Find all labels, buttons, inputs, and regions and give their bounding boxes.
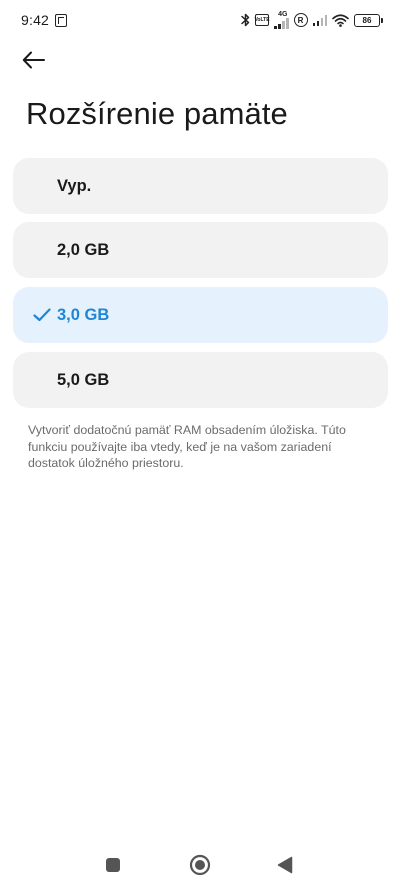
wifi-icon (332, 13, 349, 27)
nav-recent-button[interactable] (100, 852, 126, 878)
battery-icon: 86 (354, 13, 383, 27)
option-2gb[interactable]: 2,0 GB (13, 222, 388, 278)
check-icon (32, 305, 52, 325)
triangle-back-icon (277, 856, 293, 874)
arrow-left-icon (22, 51, 46, 69)
nfc-icon (55, 13, 68, 27)
nav-home-button[interactable] (187, 852, 213, 878)
battery-level: 86 (362, 15, 372, 25)
circle-icon (189, 854, 211, 876)
status-bar: 9:42 VoLTE 4G R 86 (0, 0, 400, 40)
screen: 9:42 VoLTE 4G R 86 Rozšírenie pamäte Vyp… (0, 0, 400, 889)
signal-bars-2 (312, 14, 327, 26)
status-time: 9:42 (21, 12, 50, 28)
nav-back-button[interactable] (272, 852, 298, 878)
signal-bars-1 (274, 18, 289, 29)
square-icon (105, 857, 121, 873)
lte-badge: 4G (278, 11, 288, 18)
option-label: 2,0 GB (57, 240, 110, 259)
navigation-bar (0, 842, 400, 886)
back-button[interactable] (22, 46, 58, 74)
option-5gb[interactable]: 5,0 GB (13, 352, 388, 408)
option-label: 3,0 GB (57, 305, 110, 324)
volte-icon: VoLTE (254, 14, 270, 26)
option-label: Vyp. (57, 176, 92, 195)
roaming-label: R (297, 15, 304, 25)
bluetooth-icon (241, 13, 250, 27)
option-label: 5,0 GB (57, 370, 110, 389)
status-right: VoLTE 4G R 86 (241, 11, 383, 29)
status-left: 9:42 (21, 12, 68, 28)
option-off[interactable]: Vyp. (13, 158, 388, 214)
signal-4g-icon: 4G (274, 11, 289, 29)
page-title: Rozšírenie pamäte (26, 96, 288, 131)
volte-label: VoLTE (254, 16, 270, 23)
option-3gb[interactable]: 3,0 GB (13, 287, 388, 343)
description-text: Vytvoriť dodatočnú pamäť RAM obsadením ú… (28, 423, 346, 470)
roaming-icon: R (293, 13, 308, 27)
